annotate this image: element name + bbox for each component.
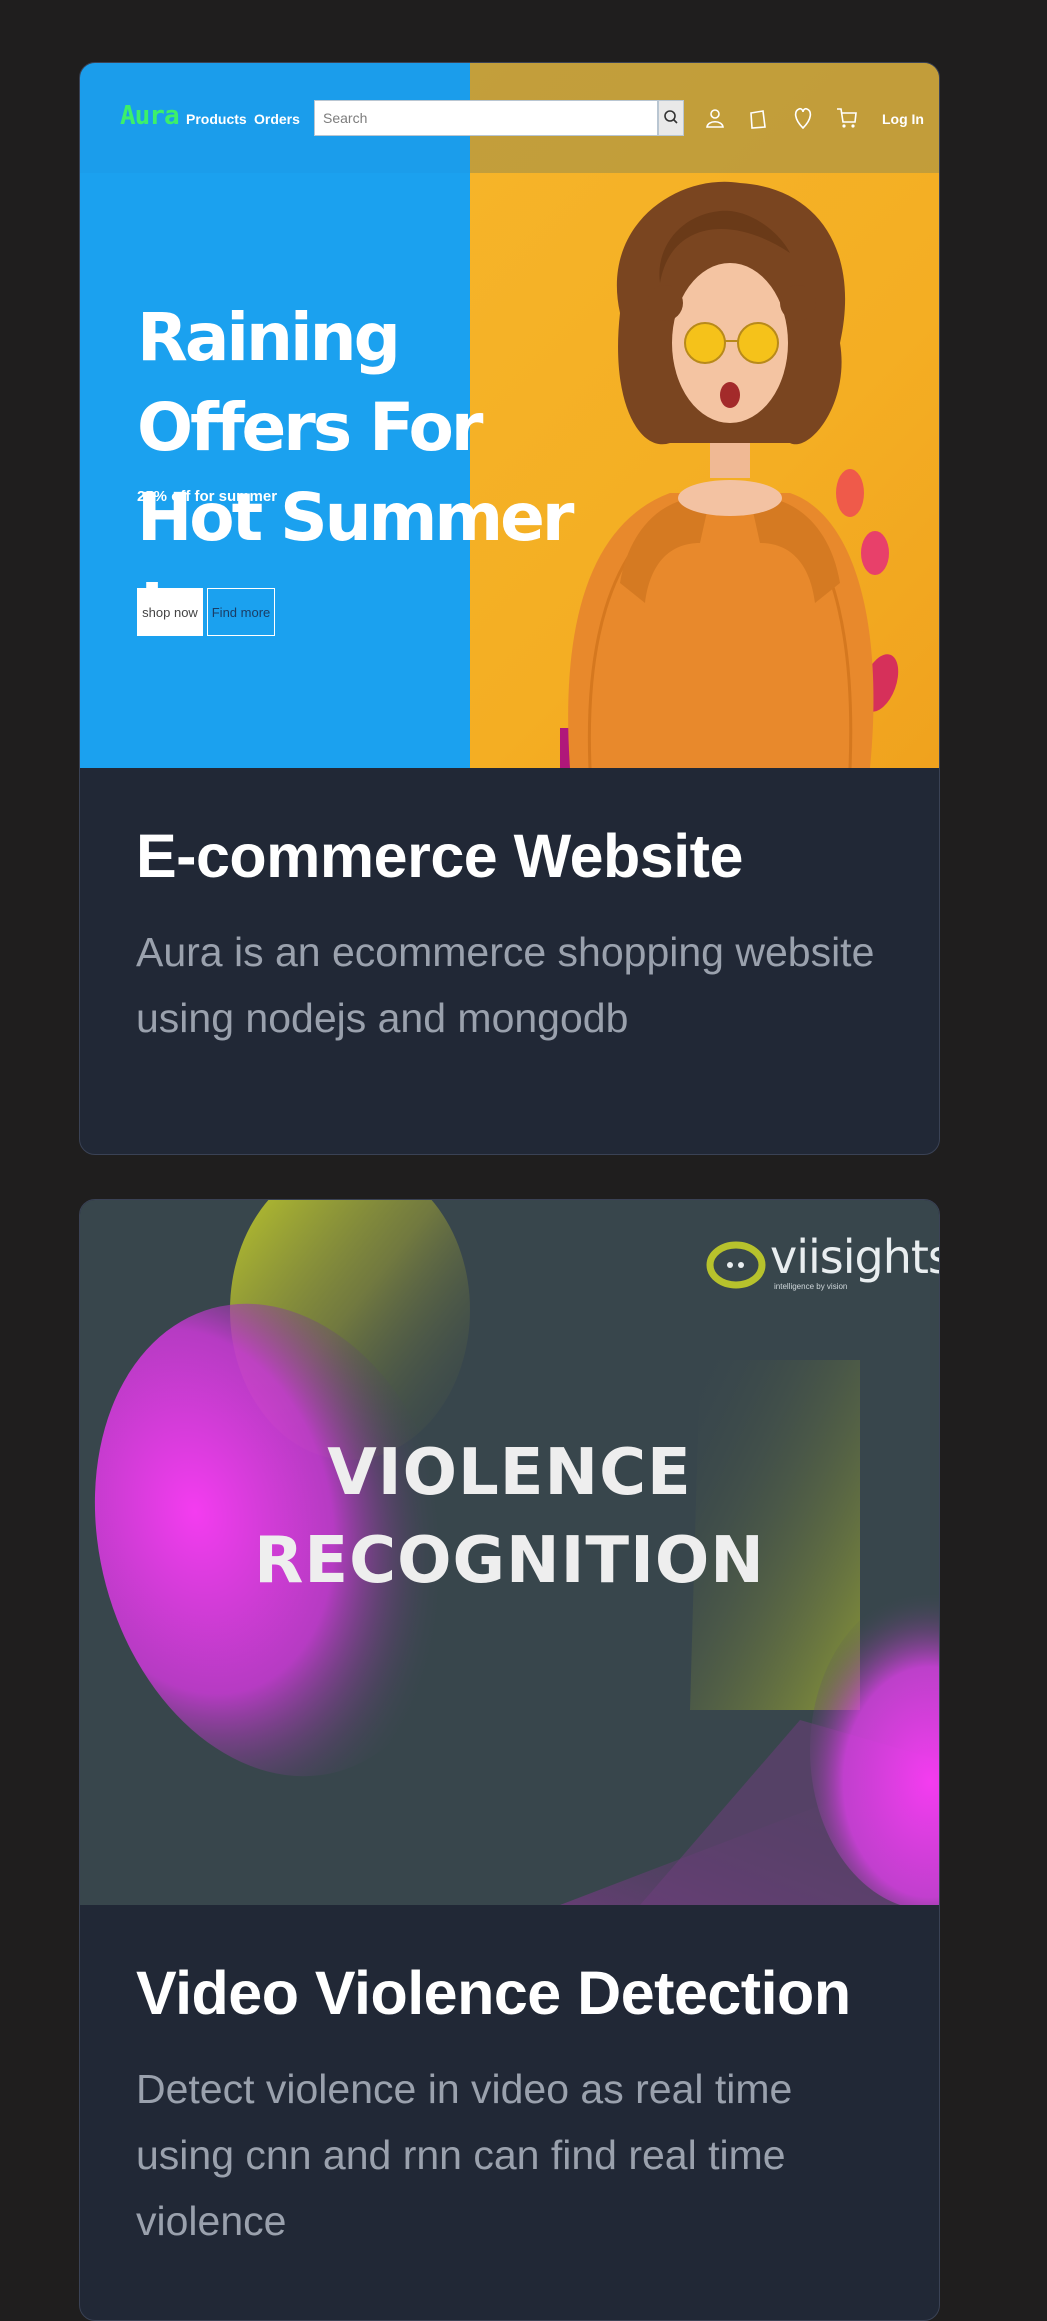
find-more-button: Find more <box>207 588 275 636</box>
headline-line-1: VIOLENCE <box>327 1436 692 1510</box>
headline-line-2: RECOGNITION <box>254 1524 765 1598</box>
viisights-tagline: intelligence by vision <box>774 1282 848 1291</box>
brand-logo: Aura <box>120 101 180 131</box>
project-card-violence-detection[interactable]: VIOLENCE RECOGNITION viisights intellige… <box>79 1199 940 2321</box>
hero-title: Raining Offers For Hot Summer ! <box>137 299 574 646</box>
viisights-logo: viisights <box>770 1230 939 1284</box>
mock-search-input: Search <box>314 100 658 136</box>
nav-link-products: Products <box>186 111 247 127</box>
project-title: E-commerce Website <box>136 822 743 890</box>
project-card-ecommerce[interactable]: Aura Products Orders Search Log In Raini… <box>79 62 940 1155</box>
project-title: Video Violence Detection <box>136 1959 851 2027</box>
shop-now-button: shop now <box>137 588 203 636</box>
project-description: Detect violence in video as real time us… <box>136 2066 793 2245</box>
project-description: Aura is an ecommerce shopping website us… <box>136 929 875 1042</box>
search-icon <box>664 110 678 124</box>
user-icon <box>706 109 724 128</box>
project-card-body: Video Violence Detection Detect violence… <box>80 1905 939 2254</box>
project-card-body: E-commerce Website Aura is an ecommerce … <box>80 768 939 1051</box>
cart-icon <box>837 108 857 128</box>
login-link: Log In <box>882 111 924 127</box>
mock-search-button <box>658 100 684 136</box>
heart-icon <box>794 107 812 130</box>
nav-link-orders: Orders <box>254 111 300 127</box>
hero-model-photo <box>560 181 899 768</box>
project-preview-image: VIOLENCE RECOGNITION viisights intellige… <box>80 1200 939 1905</box>
hero-subtitle: 25% off for summer <box>137 488 278 505</box>
project-preview-image: Aura Products Orders Search Log In Raini… <box>80 63 939 768</box>
bag-icon <box>750 110 766 129</box>
